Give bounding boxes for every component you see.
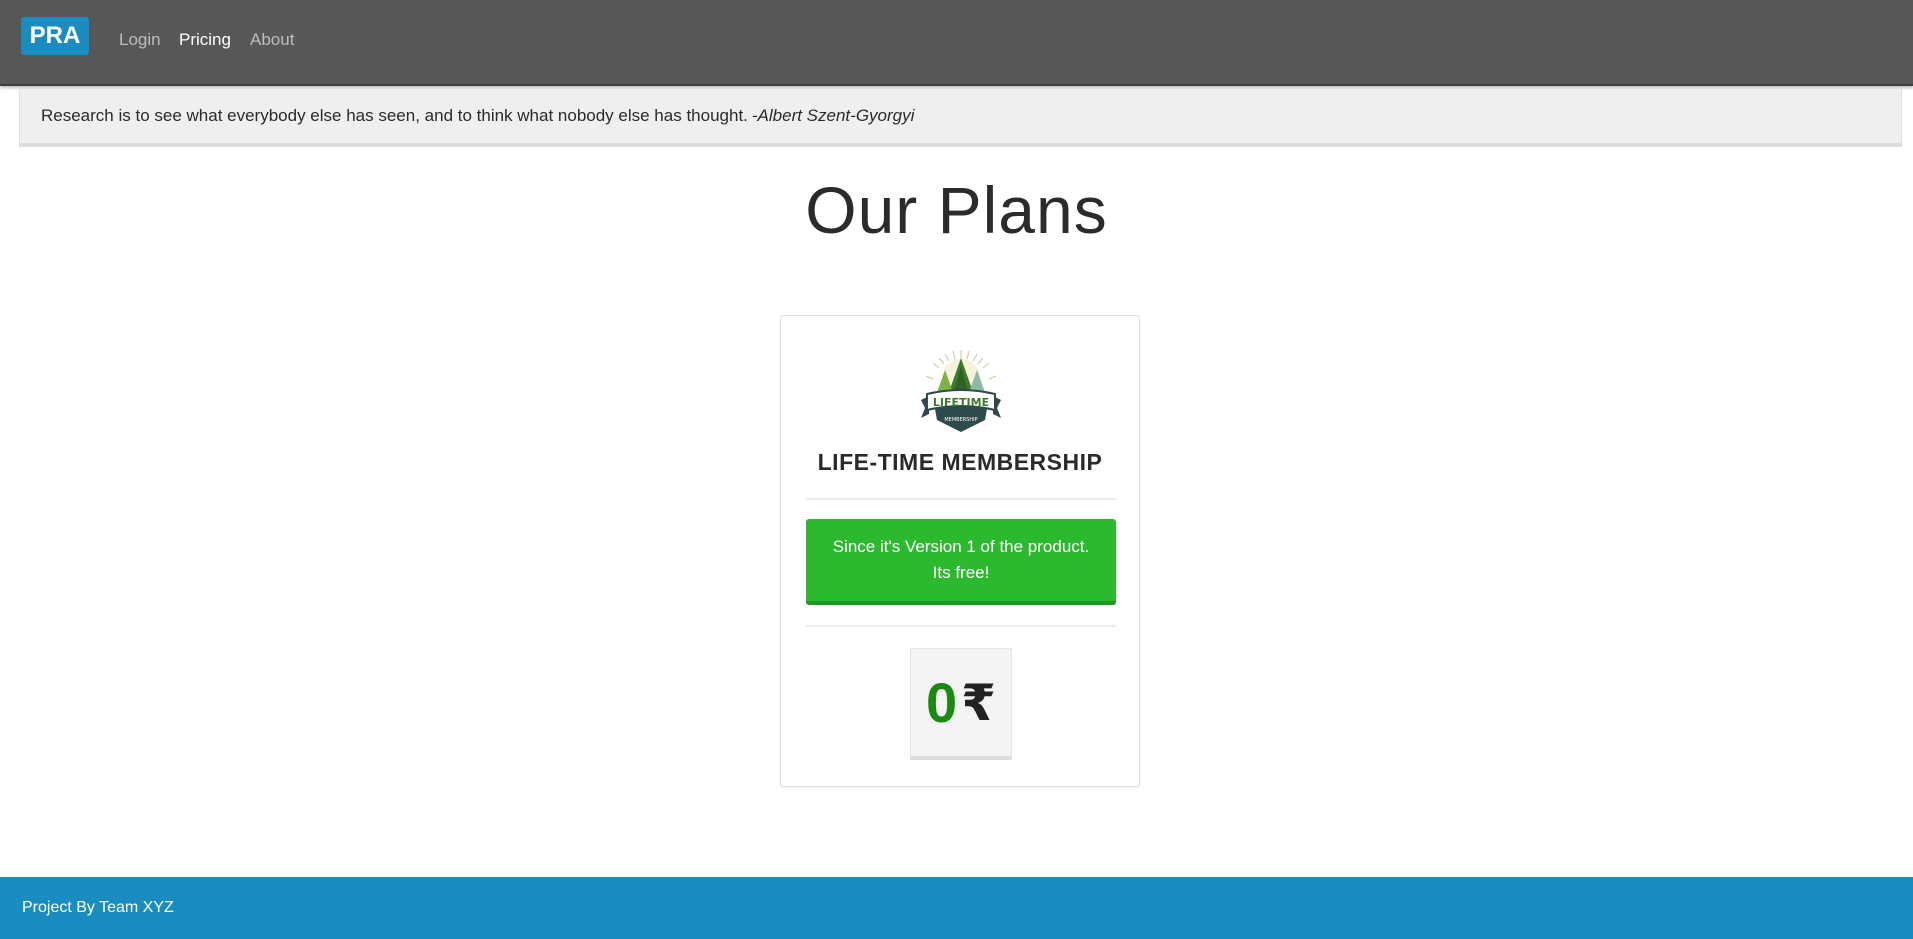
free-note-button[interactable]: Since it's Version 1 of the product. Its… [806,519,1116,605]
top-navbar: PRA Login Pricing About [0,0,1913,86]
free-note-line1: Since it's Version 1 of the product. [832,537,1090,556]
page-footer: Project By Team XYZ [0,877,1913,939]
rupee-icon: ₹ [961,673,996,732]
quote-author: -Albert Szent-Gyorgyi [751,106,915,125]
svg-text:LIFETIME: LIFETIME [933,396,989,409]
svg-text:MEMBERSHIP: MEMBERSHIP [944,417,977,423]
plan-name: LIFE-TIME MEMBERSHIP [817,449,1103,475]
quote-text: Research is to see what everybody else h… [41,106,748,125]
nav-link-login[interactable]: Login [119,30,161,50]
plan-divider-bottom [806,625,1116,627]
plan-card-lifetime: LIFETIME MEMBERSHIP LIFE-TIME MEMBERSHIP… [780,315,1140,787]
page-title: Our Plans [805,173,1108,247]
price-box: 0 ₹ [910,648,1012,760]
nav-link-pricing[interactable]: Pricing [179,30,231,50]
nav-link-about[interactable]: About [250,30,294,50]
quote-banner: Research is to see what everybody else h… [19,88,1902,147]
free-note-line2: Its free! [932,563,990,582]
footer-text: Project By Team XYZ [22,899,174,916]
lifetime-membership-badge-icon: LIFETIME MEMBERSHIP [915,348,1007,440]
price-amount: 0 [926,671,958,734]
plan-divider-top [806,498,1116,500]
brand-logo-link[interactable]: PRA [21,17,89,55]
